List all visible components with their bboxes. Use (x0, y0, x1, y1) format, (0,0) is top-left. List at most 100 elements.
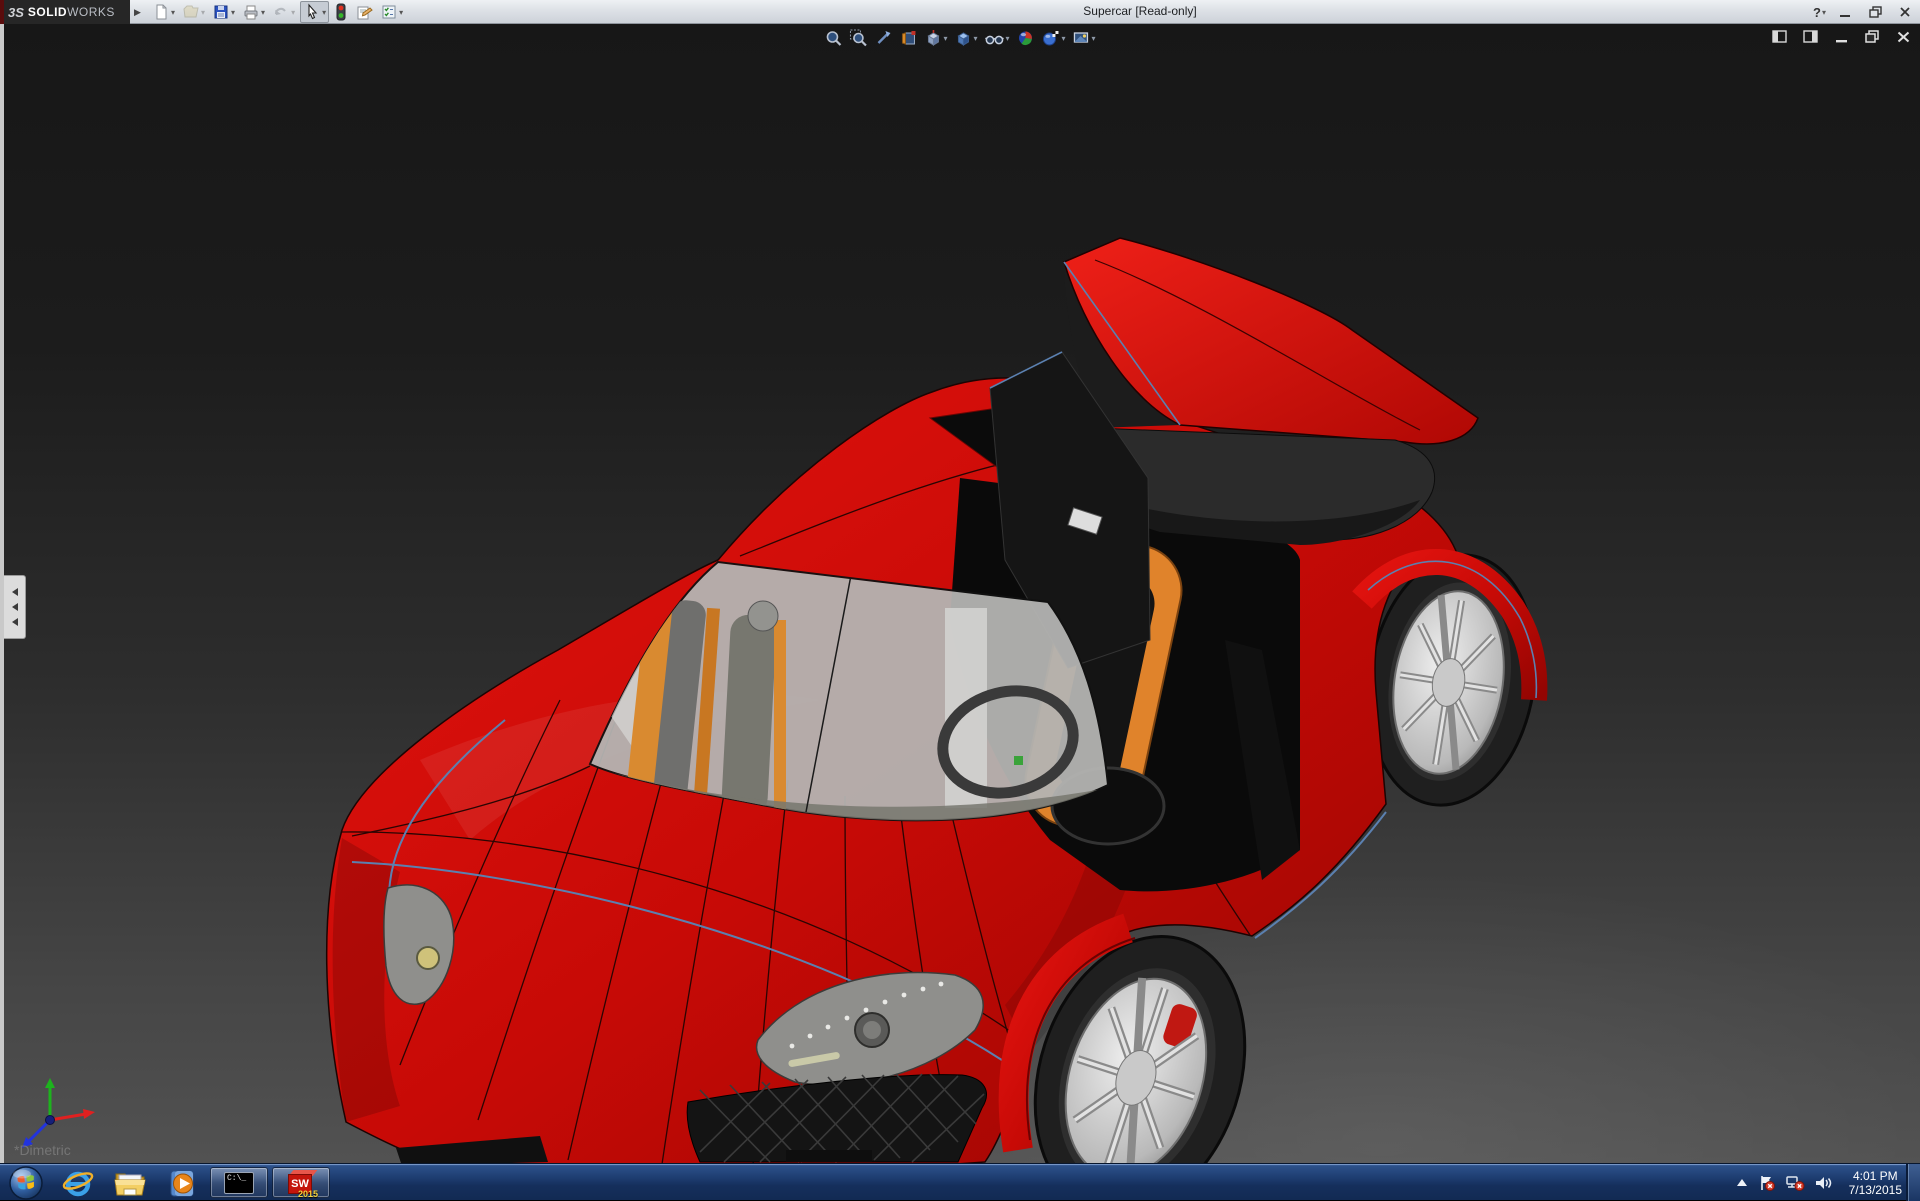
dropdown-caret[interactable]: ▾ (201, 8, 205, 17)
select-tool-button[interactable]: ▾ (300, 1, 330, 23)
open-document-icon (183, 5, 199, 18)
command-prompt-taskbar-button[interactable]: C:\_ (210, 1167, 268, 1198)
dropdown-caret[interactable]: ▾ (1092, 34, 1096, 43)
view-settings-button[interactable]: ▾ (1072, 28, 1097, 48)
feature-manager-expand-tab[interactable] (4, 575, 26, 639)
taskbar-clock[interactable]: 4:01 PM 7/13/2015 (1849, 1169, 1902, 1197)
view-orientation-icon (927, 30, 940, 46)
internet-explorer-button[interactable] (52, 1164, 104, 1201)
options-button[interactable]: ▾ (378, 1, 405, 23)
minimize-icon (1840, 15, 1850, 17)
dropdown-caret[interactable]: ▾ (322, 8, 326, 17)
minimize-button[interactable] (1834, 4, 1856, 21)
windows-taskbar: C:\_ SW 2015 4:01 PM 7/13/2015 (0, 1163, 1920, 1201)
previous-view-icon (877, 31, 891, 44)
pane-left-icon (1771, 30, 1787, 43)
command-prompt-icon: C:\_ (224, 1171, 254, 1194)
dropdown-caret[interactable]: ▾ (291, 8, 295, 17)
apply-scene-icon (1043, 31, 1059, 46)
view-orientation-label: *Dimetric (14, 1142, 71, 1158)
file-explorer-button[interactable] (104, 1164, 156, 1201)
edit-appearance-button[interactable] (1016, 28, 1036, 48)
apply-scene-button[interactable]: ▾ (1041, 28, 1067, 48)
edit-appearance-icon (1019, 31, 1033, 46)
print-icon (244, 5, 258, 20)
solidworks-2015-icon: SW 2015 (286, 1169, 318, 1199)
solidworks-taskbar-button[interactable]: SW 2015 (272, 1167, 330, 1199)
section-view-icon (901, 31, 916, 45)
volume-icon[interactable] (1814, 1174, 1834, 1192)
view-settings-icon (1073, 32, 1089, 43)
dropdown-caret[interactable]: ▾ (231, 8, 235, 17)
action-center-flag-icon[interactable] (1758, 1174, 1776, 1192)
solidworks-logo-mark: 3S (8, 4, 24, 20)
zoom-to-area-icon (849, 29, 867, 47)
hide-show-items-button[interactable]: ▾ (983, 28, 1010, 48)
options-icon (382, 5, 396, 19)
restore-icon (1865, 30, 1879, 43)
clock-time: 4:01 PM (1852, 1168, 1898, 1183)
document-restore-button[interactable] (1863, 29, 1881, 44)
minimize-icon (1835, 39, 1847, 42)
title-bar: 3S SOLID WORKS ▶ ▾ ▾ ▾ ▾ ▾ ▾ ▾ Supercar … (0, 0, 1920, 24)
previous-view-button[interactable] (873, 28, 893, 48)
window-controls: ? ▾ (1813, 2, 1916, 22)
zoom-to-fit-icon (826, 31, 842, 46)
solidworks-logo: 3S SOLID WORKS (0, 0, 130, 24)
chevron-left-icon (11, 588, 18, 596)
network-disconnected-icon[interactable] (1785, 1174, 1805, 1192)
open-document-button[interactable]: ▾ (180, 1, 207, 23)
show-left-pane-button[interactable] (1770, 29, 1788, 44)
print-button[interactable]: ▾ (240, 1, 267, 23)
dropdown-caret[interactable]: ▾ (171, 8, 175, 17)
document-minimize-button[interactable] (1832, 29, 1850, 44)
dropdown-caret[interactable]: ▾ (1005, 34, 1009, 43)
quick-access-toolbar: ▾ ▾ ▾ ▾ ▾ ▾ ▾ (150, 1, 405, 23)
menu-flyout-arrow[interactable]: ▶ (132, 2, 143, 22)
folder-icon (114, 1173, 146, 1195)
supercar-3d-model[interactable] (0, 24, 1920, 1163)
view-orientation-button[interactable]: ▾ (923, 28, 948, 48)
new-document-button[interactable]: ▾ (150, 1, 177, 23)
show-right-pane-button[interactable] (1801, 29, 1819, 44)
chevron-left-icon (11, 618, 18, 626)
zoom-to-fit-button[interactable] (823, 28, 843, 48)
media-player-button[interactable] (156, 1164, 208, 1201)
restore-button[interactable] (1864, 4, 1886, 21)
zoom-to-area-button[interactable] (848, 28, 868, 48)
eyeglasses-icon (985, 35, 1004, 45)
dropdown-caret[interactable]: ▾ (261, 8, 265, 17)
graphics-viewport[interactable]: ▾ ▾ ▾ ▾ ▾ *Dimetric (0, 24, 1920, 1163)
rebuild-button[interactable] (332, 1, 350, 23)
undo-icon (275, 7, 286, 15)
dropdown-caret[interactable]: ▾ (1062, 34, 1066, 43)
undo-button[interactable]: ▾ (270, 1, 297, 23)
display-style-button[interactable]: ▾ (953, 28, 978, 48)
select-cursor-icon (308, 3, 318, 20)
document-close-button[interactable] (1894, 29, 1912, 44)
document-window-controls (1770, 29, 1912, 44)
dropdown-caret[interactable]: ▾ (1822, 8, 1826, 17)
dropdown-caret[interactable]: ▾ (943, 34, 947, 43)
close-icon (1897, 31, 1909, 42)
system-tray: 4:01 PM 7/13/2015 (1735, 1164, 1902, 1201)
file-properties-button[interactable] (353, 1, 375, 23)
rebuild-traffic-light-icon (336, 3, 346, 21)
show-hidden-icons-button[interactable] (1735, 1177, 1749, 1189)
section-view-button[interactable] (898, 28, 918, 48)
internet-explorer-icon (62, 1171, 94, 1196)
dropdown-caret[interactable]: ▾ (973, 34, 977, 43)
document-title: Supercar [Read-only] (1083, 4, 1197, 18)
show-desktop-button[interactable] (1906, 1164, 1920, 1201)
display-style-icon (957, 32, 970, 46)
help-button[interactable]: ? ▾ (1813, 5, 1826, 20)
dropdown-caret[interactable]: ▾ (399, 8, 403, 17)
solidworks-logo-text: SOLID (27, 5, 68, 19)
close-icon (1900, 7, 1910, 17)
save-button[interactable]: ▾ (210, 1, 237, 23)
new-document-icon (156, 4, 167, 20)
close-button[interactable] (1894, 4, 1916, 21)
clock-date: 7/13/2015 (1848, 1182, 1902, 1197)
start-button[interactable] (0, 1164, 52, 1201)
save-icon (214, 5, 228, 19)
